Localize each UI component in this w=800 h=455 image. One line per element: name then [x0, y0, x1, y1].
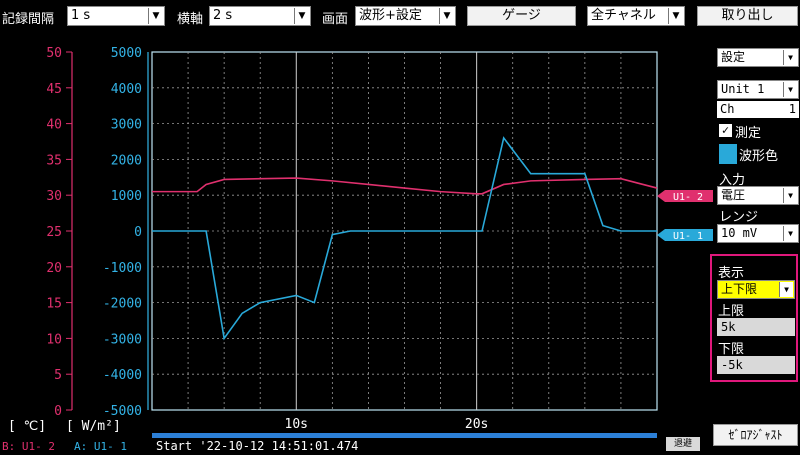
right-tick-label: 2000: [111, 153, 142, 168]
marker-u1-1-label: U1- 1: [673, 231, 703, 242]
unit-select-value: Unit 1: [721, 82, 765, 96]
legend-b: B: U1- 2: [2, 440, 55, 453]
x-tick-label: 20s: [465, 417, 488, 432]
right-tick-label: 1000: [111, 189, 142, 204]
marker-u1-1: U1- 1: [657, 229, 713, 242]
ch-label: Ch: [720, 102, 735, 116]
left-axis-unit: [ ℃]: [8, 419, 47, 434]
start-timestamp: Start '22-10-12 14:51:01.474: [156, 439, 359, 453]
left-tick-label: 40: [46, 118, 62, 133]
right-tick-label: -5000: [103, 404, 142, 419]
left-tick-label: 15: [46, 297, 62, 312]
input-select-value: 電圧: [721, 188, 746, 202]
right-tick-label: -2000: [103, 297, 142, 312]
left-tick-label: 50: [46, 46, 62, 61]
settings-sidebar: 設定 ▼ Unit 1 ▼ Ch 1 ✓ 測定 波形色 入力 電圧 ▼ レンジ …: [713, 32, 800, 455]
left-tick-label: 35: [46, 153, 62, 168]
range-label: レンジ: [719, 210, 759, 225]
display-settings-group: 表示 上下限 ▼ 上限 5k 下限 -5k: [710, 254, 798, 382]
retreat-button[interactable]: 退避: [666, 437, 700, 451]
right-tick-label: 3000: [111, 118, 142, 133]
right-tick-label: 4000: [111, 82, 142, 97]
left-tick-label: 45: [46, 82, 62, 97]
left-tick-label: 25: [46, 225, 62, 240]
left-tick-label: 5: [54, 368, 62, 383]
measure-label: 測定: [735, 126, 762, 141]
ch-field[interactable]: Ch 1: [717, 101, 799, 118]
measure-checkbox[interactable]: ✓ 測定: [719, 122, 799, 141]
mode-select[interactable]: 設定 ▼: [717, 48, 799, 67]
zero-adjust-button[interactable]: ｾﾞﾛｱｼﾞｬｽﾄ: [713, 424, 798, 446]
wave-color-button[interactable]: 波形色: [719, 144, 799, 164]
chevron-down-icon: ▼: [783, 50, 797, 65]
display-select-value: 上下限: [721, 282, 758, 296]
checkmark-icon: ✓: [719, 124, 732, 137]
chart-series: U1- 2 U1- 1: [151, 136, 713, 341]
series-line-u1-2: [152, 177, 658, 195]
left-tick-label: 30: [46, 189, 62, 204]
lower-value-field[interactable]: -5k: [717, 356, 795, 374]
scroll-track[interactable]: [152, 433, 657, 438]
left-tick-label: 0: [54, 404, 62, 419]
chart-grid: 5045403530252015105050004000300020001000…: [46, 46, 658, 432]
left-tick-label: 10: [46, 332, 62, 347]
left-tick-label: 20: [46, 261, 62, 276]
right-tick-label: -4000: [103, 368, 142, 383]
right-tick-label: 0: [134, 225, 142, 240]
chevron-down-icon: ▼: [783, 188, 797, 203]
scroll-thumb[interactable]: [152, 433, 657, 438]
color-swatch: [719, 144, 737, 164]
marker-u1-2: U1- 2: [657, 190, 713, 203]
waveform-chart: 5045403530252015105050004000300020001000…: [46, 46, 713, 432]
display-label: 表示: [718, 266, 745, 281]
lower-label: 下限: [718, 342, 745, 357]
legend-a: A: U1- 1: [74, 440, 127, 453]
upper-value-field[interactable]: 5k: [717, 318, 795, 336]
chevron-down-icon: ▼: [783, 226, 797, 241]
right-axis-unit: [ W/m²]: [66, 419, 121, 434]
right-tick-label: -1000: [103, 261, 142, 276]
unit-select[interactable]: Unit 1 ▼: [717, 80, 799, 99]
ch-value: 1: [788, 102, 796, 116]
x-tick-label: 10s: [285, 417, 308, 432]
wave-color-label: 波形色: [739, 149, 779, 164]
range-select-value: 10 mV: [721, 226, 758, 240]
right-tick-label: 5000: [111, 46, 142, 61]
right-tick-label: -3000: [103, 332, 142, 347]
chevron-down-icon: ▼: [779, 282, 793, 297]
display-select[interactable]: 上下限 ▼: [717, 280, 795, 299]
input-select[interactable]: 電圧 ▼: [717, 186, 799, 205]
mode-select-value: 設定: [721, 50, 746, 64]
range-select[interactable]: 10 mV ▼: [717, 224, 799, 243]
chevron-down-icon: ▼: [783, 82, 797, 97]
upper-label: 上限: [718, 304, 745, 319]
marker-u1-2-label: U1- 2: [673, 192, 703, 203]
